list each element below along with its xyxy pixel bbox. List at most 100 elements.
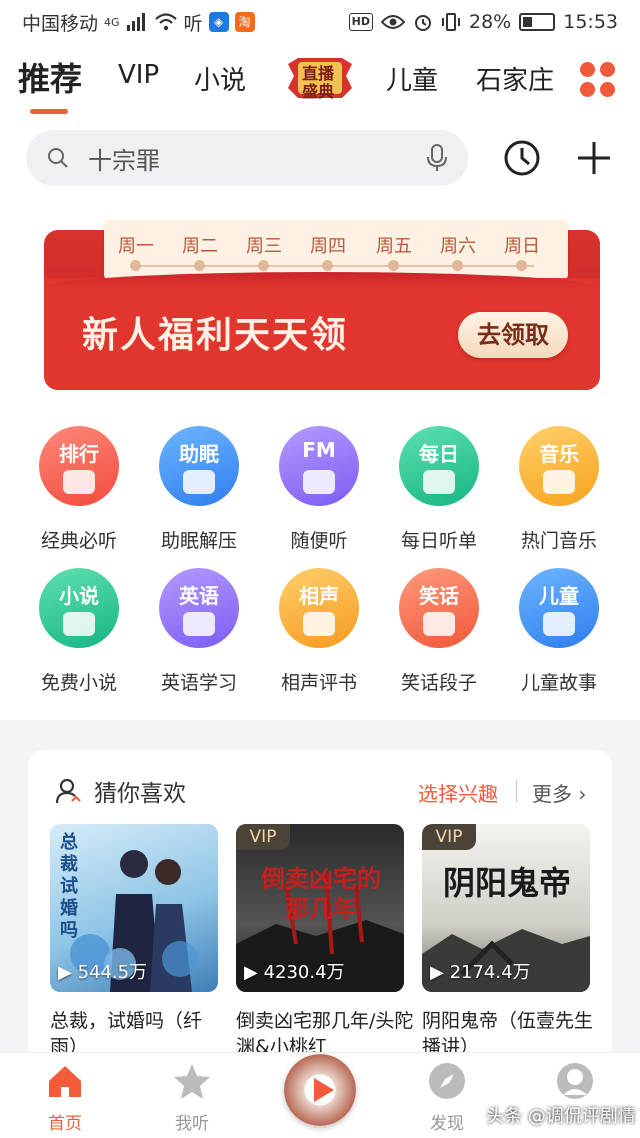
shield-app-icon: ◈ <box>208 12 229 32</box>
signal-icon <box>126 13 145 31</box>
laugh-icon: 笑话 <box>399 568 479 648</box>
category-baby[interactable]: 儿童 儿童故事 <box>504 568 614 698</box>
radio-icon: FM <box>279 426 359 506</box>
carrier-text: 中国移动 <box>22 12 99 35</box>
play-disc-icon[interactable] <box>284 1054 356 1126</box>
category-label: 相声评书 <box>280 672 357 694</box>
category-laugh[interactable]: 笑话 笑话段子 <box>384 568 494 698</box>
play-count-value: 4230.4万 <box>263 962 345 983</box>
book-cover: 阴阳鬼帝 VIP ▶ 2174.4万 <box>422 824 590 992</box>
tab-discover[interactable]: 发现 <box>402 1061 492 1137</box>
live-festival-badge[interactable]: 直播 盛典 <box>284 54 356 102</box>
newcomer-benefit-banner[interactable]: 周一 周二 周三 周四 周五 周六 周日 新人福利天天领 去领取 <box>44 206 600 390</box>
tab-recommend[interactable]: 推荐 <box>18 54 82 100</box>
chevron-right-icon: › <box>578 782 587 806</box>
category-calendar[interactable]: 每日 每日听单 <box>384 426 494 556</box>
day-dot <box>516 260 527 271</box>
weekday-thu: 周四 <box>310 236 346 257</box>
day-dot <box>130 260 141 271</box>
day-dot <box>258 260 269 271</box>
tab-my-listen-label: 我听 <box>175 1114 209 1134</box>
category-fan[interactable]: 相声 相声评书 <box>264 568 374 698</box>
day-dot <box>388 260 399 271</box>
category-radio[interactable]: FM 随便听 <box>264 426 374 556</box>
search-input[interactable]: 十宗罪 <box>26 130 468 186</box>
weekday-sun: 周日 <box>504 236 540 257</box>
home-icon <box>49 1066 81 1097</box>
category-label: 免费小说 <box>40 672 117 694</box>
category-tag: 笑话 <box>419 584 459 608</box>
category-tag: 小说 <box>59 584 99 608</box>
choose-interest-link[interactable]: 选择兴趣 <box>418 778 498 807</box>
book-cover: 总裁试婚吗 ▶ 544.5万 <box>50 824 218 992</box>
profile-icon <box>557 1063 593 1099</box>
category-label: 助眠解压 <box>160 530 237 552</box>
active-tab-indicator <box>30 109 68 114</box>
tab-discover-label: 发现 <box>430 1114 464 1134</box>
claim-button[interactable]: 去领取 <box>458 312 568 358</box>
category-podium[interactable]: 排行 经典必听 <box>24 426 134 556</box>
user-heart-icon <box>55 778 81 804</box>
baby-icon: 儿童 <box>519 568 599 648</box>
tab-home[interactable]: 首页 <box>20 1061 110 1137</box>
day-dot <box>322 260 333 271</box>
category-label: 随便听 <box>290 530 348 552</box>
weekday-sat: 周六 <box>440 236 476 257</box>
category-tag: 每日 <box>419 442 459 466</box>
play-count: ▶ 4230.4万 <box>244 962 345 983</box>
category-tag: 相声 <box>299 584 339 608</box>
eye-icon <box>381 15 405 29</box>
network-type: 4G <box>104 15 120 29</box>
cover-title-text: 总裁试婚吗 <box>60 832 78 941</box>
hd-icon: HD <box>348 13 373 31</box>
section-title: 猜你喜欢 <box>94 781 186 807</box>
english-icon: 英语 <box>159 568 239 648</box>
wifi-icon <box>154 13 177 31</box>
category-label: 儿童故事 <box>520 672 597 694</box>
podium-icon: 排行 <box>39 426 119 506</box>
vip-badge: VIP <box>236 824 290 850</box>
category-tag: FM <box>302 438 336 462</box>
book-icon: 小说 <box>39 568 119 648</box>
history-clock-icon[interactable] <box>502 138 542 178</box>
fan-icon: 相声 <box>279 568 359 648</box>
weekday-wed: 周三 <box>246 236 282 257</box>
category-label: 经典必听 <box>40 530 117 552</box>
weekday-fri: 周五 <box>376 236 412 257</box>
search-placeholder: 十宗罪 <box>88 146 160 175</box>
search-row: 十宗罪 <box>0 130 640 188</box>
vibrate-icon <box>442 13 460 31</box>
clock-time: 15:53 <box>563 11 618 33</box>
category-moon-sleep[interactable]: 助眠 助眠解压 <box>144 426 254 556</box>
weekday-tue: 周二 <box>182 236 218 257</box>
listen-app-icon: 听 <box>183 12 203 35</box>
tab-my-listen[interactable]: 我听 <box>147 1061 237 1137</box>
category-music-note[interactable]: 音乐 热门音乐 <box>504 426 614 556</box>
book-cover: 倒卖凶宅的那几年 VIP ▶ 4230.4万 <box>236 824 404 992</box>
watermark-text: 头条 @调侃评剧情 <box>486 1106 636 1127</box>
more-link[interactable]: 更多 › <box>532 778 586 807</box>
day-dot <box>452 260 463 271</box>
tab-vip[interactable]: VIP <box>118 60 159 90</box>
play-count-value: 2174.4万 <box>449 962 531 983</box>
microphone-icon[interactable] <box>426 144 448 172</box>
status-bar: 中国移动 4G 听 ◈ 淘 HD 28% 15:53 <box>0 0 640 44</box>
tab-novel[interactable]: 小说 <box>194 60 246 97</box>
category-english[interactable]: 英语 英语学习 <box>144 568 254 698</box>
tab-home-label: 首页 <box>48 1114 82 1134</box>
add-plus-icon[interactable] <box>574 138 614 178</box>
play-count: ▶ 544.5万 <box>58 962 148 983</box>
all-channels-grid-icon[interactable] <box>580 62 616 98</box>
category-tag: 英语 <box>179 584 219 608</box>
category-book[interactable]: 小说 免费小说 <box>24 568 134 698</box>
taobao-app-icon: 淘 <box>234 12 255 32</box>
calendar-icon: 每日 <box>399 426 479 506</box>
tab-children[interactable]: 儿童 <box>386 60 438 97</box>
alarm-icon <box>415 15 431 31</box>
category-tag: 排行 <box>59 442 99 466</box>
tab-shijiazhuang[interactable]: 石家庄 <box>476 60 554 97</box>
play-icon <box>314 1078 334 1102</box>
category-label: 每日听单 <box>400 530 477 552</box>
search-icon <box>48 148 68 168</box>
compass-icon <box>429 1063 465 1099</box>
